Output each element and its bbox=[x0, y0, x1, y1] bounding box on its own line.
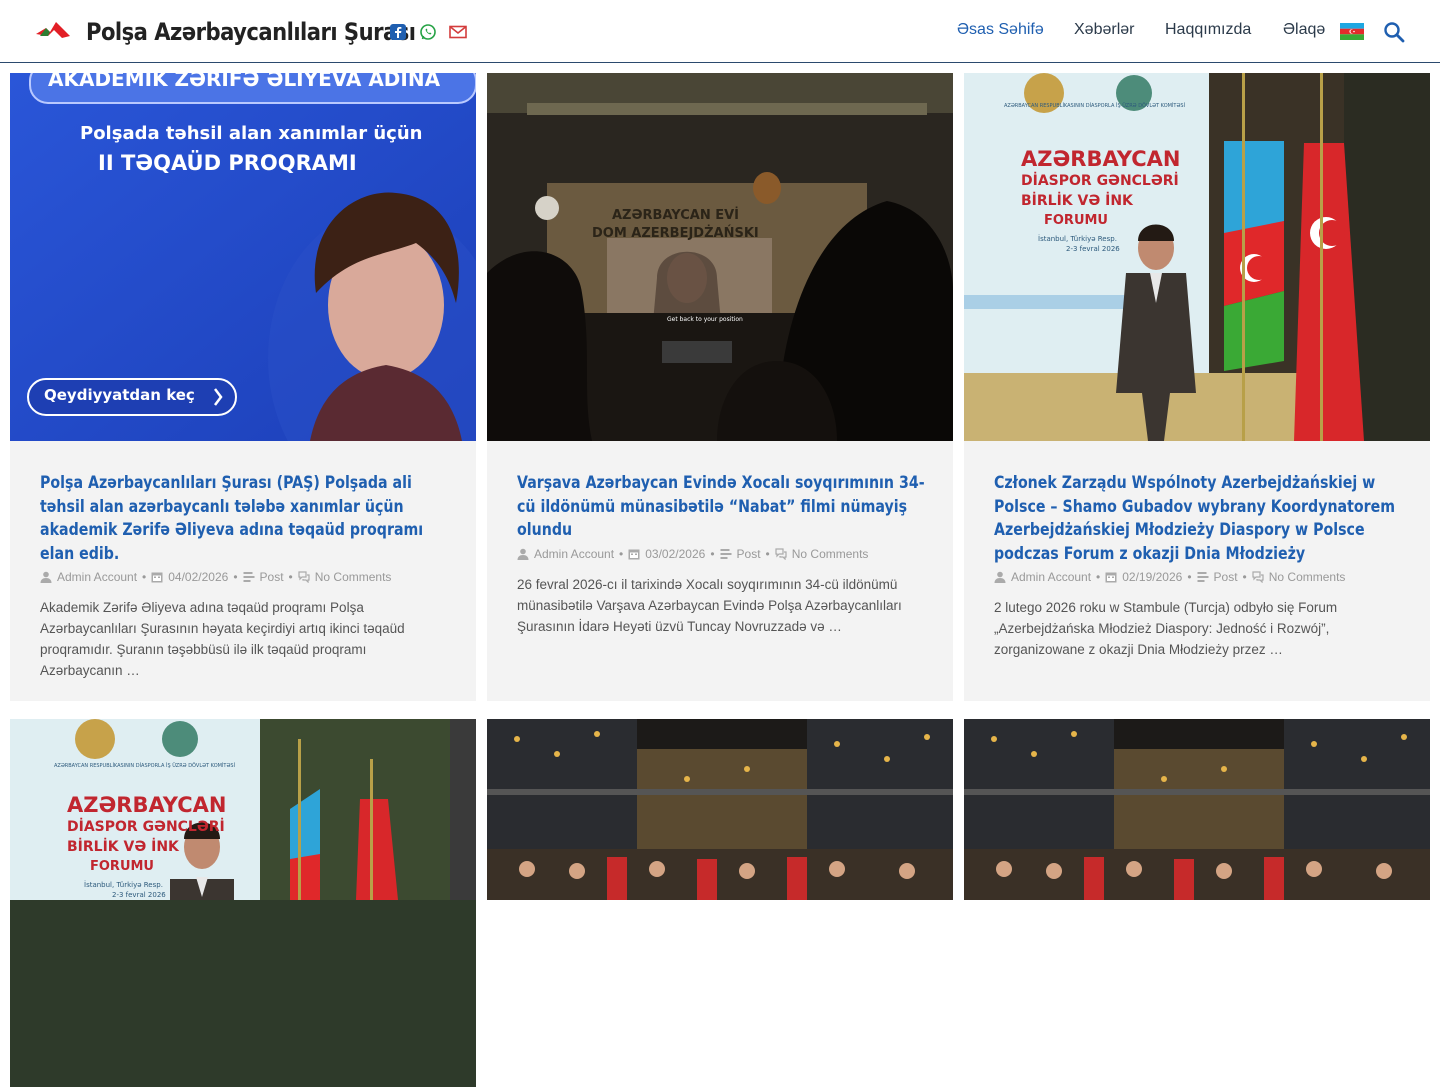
post-author[interactable]: Admin Account bbox=[1011, 570, 1091, 584]
meta-separator: • bbox=[1187, 570, 1192, 584]
post-image-youth-forum[interactable]: AZƏRBAYCAN RESPUBLİKASININ DİASPORLA İŞ … bbox=[964, 73, 1430, 441]
comments-icon bbox=[298, 571, 310, 583]
post-meta: Admin Account • 02/19/2026 • Post • No C… bbox=[994, 570, 1404, 584]
user-icon bbox=[40, 571, 52, 583]
image-banner-text: AKADEMİK ZƏRİFƏ ƏLİYEVA ADINA bbox=[48, 73, 441, 91]
post-title[interactable]: Polşa Azərbaycanlıları Şurası (PAŞ) Polş… bbox=[40, 471, 450, 565]
nav-about[interactable]: Haqqımızda bbox=[1165, 21, 1251, 39]
image-wall-text-2: DOM AZERBEJDŻAŃSKI bbox=[592, 226, 759, 241]
meta-separator: • bbox=[142, 570, 147, 584]
image-big-text-3: BİRLİK VƏ İNK bbox=[67, 839, 179, 855]
meta-separator: • bbox=[765, 546, 770, 561]
post-card bbox=[964, 719, 1430, 900]
image-date-text: 2-3 fevral 2026 bbox=[112, 891, 166, 899]
mail-icon[interactable] bbox=[449, 23, 467, 41]
site-title[interactable]: Polşa Azərbaycanlıları Şurası bbox=[86, 18, 416, 46]
post-date: 04/02/2026 bbox=[168, 570, 229, 584]
meta-separator: • bbox=[710, 546, 715, 561]
image-button-text: Qeydiyyatdan keç bbox=[44, 386, 195, 404]
post-image-event-hall-2[interactable] bbox=[964, 719, 1430, 1087]
user-icon bbox=[994, 571, 1006, 583]
image-wall-text: AZƏRBAYCAN EVİ bbox=[612, 208, 739, 223]
image-big-text-4: FORUMU bbox=[90, 859, 154, 874]
meta-separator: • bbox=[1096, 570, 1101, 584]
meta-separator: • bbox=[619, 546, 624, 561]
post-excerpt: 26 fevral 2026-cı il tarixində Xocalı so… bbox=[517, 576, 902, 634]
post-type[interactable]: Post bbox=[737, 547, 761, 561]
post-date: 03/02/2026 bbox=[645, 546, 706, 561]
calendar-icon bbox=[1105, 572, 1117, 583]
meta-separator: • bbox=[288, 570, 293, 584]
post-date: 02/19/2026 bbox=[1122, 570, 1183, 584]
nav-contact[interactable]: Əlaqə bbox=[1283, 21, 1325, 39]
calendar-icon bbox=[628, 549, 640, 559]
image-subtitle-text: Get back to your position bbox=[667, 316, 743, 323]
post-excerpt: Akademik Zərifə Əliyeva adına təqaüd pro… bbox=[40, 600, 405, 678]
post-card: AZƏRBAYCAN EVİ DOM AZERBEJDŻAŃSKI Get ba… bbox=[487, 73, 953, 701]
image-line1-text: Polşada təhsil alan xanımlar üçün bbox=[80, 123, 423, 144]
post-excerpt: 2 lutego 2026 roku w Stambule (Turcja) o… bbox=[994, 600, 1338, 657]
post-author[interactable]: Admin Account bbox=[534, 547, 614, 561]
image-big-text-2: DİASPOR GƏNCLƏRİ bbox=[1021, 173, 1179, 189]
post-type[interactable]: Post bbox=[260, 570, 284, 584]
azerbaijan-flag-icon[interactable] bbox=[1340, 23, 1364, 40]
post-meta: Admin Account • 03/02/2026 • Post • No C… bbox=[517, 547, 927, 561]
post-meta: Admin Account • 04/02/2026 • Post • No C… bbox=[40, 570, 450, 584]
meta-separator: • bbox=[1242, 570, 1247, 584]
post-title[interactable]: Członek Zarządu Wspólnoty Azerbejdżański… bbox=[994, 471, 1404, 565]
post-image-film-screening[interactable]: AZƏRBAYCAN EVİ DOM AZERBEJDŻAŃSKI Get ba… bbox=[487, 73, 953, 441]
comments-icon bbox=[1252, 571, 1264, 583]
logo-icon[interactable] bbox=[36, 22, 70, 40]
post-image-scholarship[interactable]: AKADEMİK ZƏRİFƏ ƏLİYEVA ADINA Polşada tə… bbox=[10, 73, 476, 441]
user-icon bbox=[517, 548, 529, 560]
post-comments[interactable]: No Comments bbox=[1269, 570, 1346, 584]
nav-news[interactable]: Xəbərlər bbox=[1074, 21, 1134, 39]
image-top-text: AZƏRBAYCAN RESPUBLİKASININ DİASPORLA İŞ … bbox=[54, 763, 236, 769]
image-big-text-4: FORUMU bbox=[1044, 213, 1108, 228]
image-big-text-1: AZƏRBAYCAN bbox=[1021, 147, 1181, 171]
image-place-text: İstanbul, Türkiyə Resp. bbox=[84, 881, 163, 889]
comments-icon bbox=[775, 547, 787, 560]
facebook-icon[interactable] bbox=[389, 23, 407, 41]
post-title[interactable]: Varşava Azərbaycan Evində Xocalı soyqırı… bbox=[517, 471, 927, 542]
list-icon bbox=[1197, 572, 1209, 582]
post-comments[interactable]: No Comments bbox=[792, 547, 869, 561]
post-card bbox=[487, 719, 953, 900]
image-big-text-1: AZƏRBAYCAN bbox=[67, 793, 227, 817]
image-line2-text: II TƏQAÜD PROQRAMI bbox=[98, 151, 357, 175]
meta-separator: • bbox=[233, 570, 238, 584]
whatsapp-icon[interactable] bbox=[419, 23, 437, 41]
image-place-text: İstanbul, Türkiyə Resp. bbox=[1038, 235, 1117, 243]
post-image-event-hall[interactable] bbox=[487, 719, 953, 1087]
list-icon bbox=[720, 548, 732, 559]
image-date-text: 2-3 fevral 2026 bbox=[1066, 245, 1120, 253]
image-top-text: AZƏRBAYCAN RESPUBLİKASININ DİASPORLA İŞ … bbox=[1004, 103, 1186, 109]
calendar-icon bbox=[151, 572, 163, 583]
search-icon[interactable] bbox=[1383, 21, 1405, 43]
image-big-text-3: BİRLİK VƏ İNK bbox=[1021, 193, 1133, 209]
post-author[interactable]: Admin Account bbox=[57, 570, 137, 584]
post-image-youth-forum-2[interactable]: AZƏRBAYCAN RESPUBLİKASININ DİASPORLA İŞ … bbox=[10, 719, 476, 1087]
post-card: AZƏRBAYCAN RESPUBLİKASININ DİASPORLA İŞ … bbox=[964, 73, 1430, 701]
post-type[interactable]: Post bbox=[1214, 570, 1238, 584]
post-card: AZƏRBAYCAN RESPUBLİKASININ DİASPORLA İŞ … bbox=[10, 719, 476, 1087]
site-header: Polşa Azərbaycanlıları Şurası Əsas Səhif… bbox=[0, 0, 1440, 63]
nav-home[interactable]: Əsas Səhifə bbox=[957, 21, 1044, 39]
post-card: AKADEMİK ZƏRİFƏ ƏLİYEVA ADINA Polşada tə… bbox=[10, 73, 476, 701]
post-comments[interactable]: No Comments bbox=[315, 570, 392, 584]
list-icon bbox=[243, 572, 255, 582]
image-big-text-2: DİASPOR GƏNCLƏRİ bbox=[67, 819, 225, 835]
